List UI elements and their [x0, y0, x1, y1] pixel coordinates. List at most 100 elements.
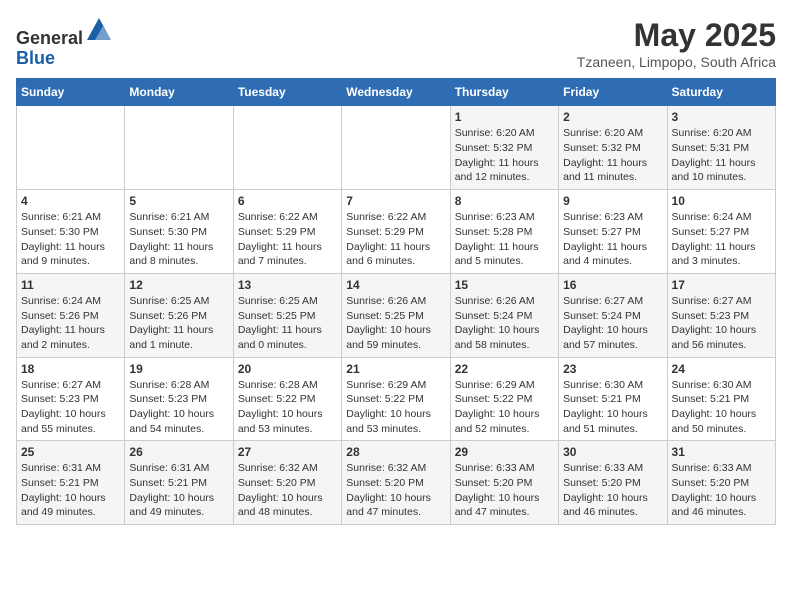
calendar-table: SundayMondayTuesdayWednesdayThursdayFrid… [16, 78, 776, 525]
day-number: 23 [563, 362, 662, 376]
day-number: 27 [238, 445, 337, 459]
day-cell [17, 106, 125, 190]
day-cell [342, 106, 450, 190]
day-info: Sunrise: 6:26 AM Sunset: 5:24 PM Dayligh… [455, 294, 554, 353]
logo: General Blue [16, 16, 113, 69]
day-number: 9 [563, 194, 662, 208]
day-number: 20 [238, 362, 337, 376]
day-info: Sunrise: 6:24 AM Sunset: 5:26 PM Dayligh… [21, 294, 120, 353]
weekday-header-tuesday: Tuesday [233, 79, 341, 106]
day-cell: 26Sunrise: 6:31 AM Sunset: 5:21 PM Dayli… [125, 441, 233, 525]
day-info: Sunrise: 6:27 AM Sunset: 5:23 PM Dayligh… [21, 378, 120, 437]
day-cell: 23 Sunrise: 6:30 AM Sunset: 5:21 PM Dayli… [559, 357, 667, 441]
day-number: 3 [672, 110, 771, 124]
day-cell [233, 106, 341, 190]
day-number: 14 [346, 278, 445, 292]
weekday-header-wednesday: Wednesday [342, 79, 450, 106]
day-cell: 27Sunrise: 6:32 AM Sunset: 5:20 PM Dayli… [233, 441, 341, 525]
day-info: Sunrise: 6:20 AM Sunset: 5:31 PM Dayligh… [672, 126, 771, 185]
day-info: Sunrise: 6:29 AM Sunset: 5:22 PM Dayligh… [455, 378, 554, 437]
day-info: Sunrise: 6:30 AM Sunset: 5:21 PM Dayligh… [563, 378, 662, 437]
day-info: Sunrise: 6:22 AM Sunset: 5:29 PM Dayligh… [346, 210, 445, 269]
day-info: Sunrise: 6:31 AM Sunset: 5:21 PM Dayligh… [21, 461, 120, 520]
day-info: Sunrise: 6:21 AM Sunset: 5:30 PM Dayligh… [21, 210, 120, 269]
week-row-2: 4Sunrise: 6:21 AM Sunset: 5:30 PM Daylig… [17, 190, 776, 274]
title-block: May 2025 Tzaneen, Limpopo, South Africa [577, 16, 776, 70]
day-number: 17 [672, 278, 771, 292]
week-row-3: 11 Sunrise: 6:24 AM Sunset: 5:26 PM Dayli… [17, 273, 776, 357]
weekday-header-thursday: Thursday [450, 79, 558, 106]
day-number: 7 [346, 194, 445, 208]
day-number: 5 [129, 194, 228, 208]
day-info: Sunrise: 6:28 AM Sunset: 5:22 PM Dayligh… [238, 378, 337, 437]
day-info: Sunrise: 6:32 AM Sunset: 5:20 PM Dayligh… [346, 461, 445, 520]
day-number: 12 [129, 278, 228, 292]
day-cell: 28 Sunrise: 6:32 AM Sunset: 5:20 PM Dayli… [342, 441, 450, 525]
day-cell: 6Sunrise: 6:22 AM Sunset: 5:29 PM Daylig… [233, 190, 341, 274]
day-cell: 2Sunrise: 6:20 AM Sunset: 5:32 PM Daylig… [559, 106, 667, 190]
weekday-header-friday: Friday [559, 79, 667, 106]
day-info: Sunrise: 6:20 AM Sunset: 5:32 PM Dayligh… [563, 126, 662, 185]
day-info: Sunrise: 6:23 AM Sunset: 5:27 PM Dayligh… [563, 210, 662, 269]
day-cell: 21Sunrise: 6:29 AM Sunset: 5:22 PM Dayli… [342, 357, 450, 441]
day-cell: 31 Sunrise: 6:33 AM Sunset: 5:20 PM Dayli… [667, 441, 775, 525]
day-cell: 19 Sunrise: 6:28 AM Sunset: 5:23 PM Dayli… [125, 357, 233, 441]
day-cell: 9 Sunrise: 6:23 AM Sunset: 5:27 PM Daylig… [559, 190, 667, 274]
day-cell: 30Sunrise: 6:33 AM Sunset: 5:20 PM Dayli… [559, 441, 667, 525]
day-cell: 13Sunrise: 6:25 AM Sunset: 5:25 PM Dayli… [233, 273, 341, 357]
day-cell: 24 Sunrise: 6:30 AM Sunset: 5:21 PM Dayli… [667, 357, 775, 441]
day-number: 30 [563, 445, 662, 459]
day-cell: 5 Sunrise: 6:21 AM Sunset: 5:30 PM Daylig… [125, 190, 233, 274]
weekday-header-sunday: Sunday [17, 79, 125, 106]
day-info: Sunrise: 6:33 AM Sunset: 5:20 PM Dayligh… [455, 461, 554, 520]
logo-icon [85, 16, 113, 44]
page-header: General Blue May 2025 Tzaneen, Limpopo, … [16, 16, 776, 70]
day-info: Sunrise: 6:27 AM Sunset: 5:23 PM Dayligh… [672, 294, 771, 353]
day-cell: 4Sunrise: 6:21 AM Sunset: 5:30 PM Daylig… [17, 190, 125, 274]
day-number: 18 [21, 362, 120, 376]
day-info: Sunrise: 6:24 AM Sunset: 5:27 PM Dayligh… [672, 210, 771, 269]
day-info: Sunrise: 6:25 AM Sunset: 5:26 PM Dayligh… [129, 294, 228, 353]
day-cell: 17 Sunrise: 6:27 AM Sunset: 5:23 PM Dayli… [667, 273, 775, 357]
logo-blue: Blue [16, 48, 55, 68]
day-cell: 29 Sunrise: 6:33 AM Sunset: 5:20 PM Dayli… [450, 441, 558, 525]
day-info: Sunrise: 6:26 AM Sunset: 5:25 PM Dayligh… [346, 294, 445, 353]
day-number: 13 [238, 278, 337, 292]
day-info: Sunrise: 6:28 AM Sunset: 5:23 PM Dayligh… [129, 378, 228, 437]
weekday-header-saturday: Saturday [667, 79, 775, 106]
week-row-5: 25 Sunrise: 6:31 AM Sunset: 5:21 PM Dayli… [17, 441, 776, 525]
day-number: 25 [21, 445, 120, 459]
day-cell: 1Sunrise: 6:20 AM Sunset: 5:32 PM Daylig… [450, 106, 558, 190]
day-info: Sunrise: 6:30 AM Sunset: 5:21 PM Dayligh… [672, 378, 771, 437]
day-number: 11 [21, 278, 120, 292]
day-cell: 16Sunrise: 6:27 AM Sunset: 5:24 PM Dayli… [559, 273, 667, 357]
day-number: 8 [455, 194, 554, 208]
day-info: Sunrise: 6:29 AM Sunset: 5:22 PM Dayligh… [346, 378, 445, 437]
day-cell: 12 Sunrise: 6:25 AM Sunset: 5:26 PM Dayli… [125, 273, 233, 357]
day-number: 24 [672, 362, 771, 376]
day-cell: 10 Sunrise: 6:24 AM Sunset: 5:27 PM Dayli… [667, 190, 775, 274]
day-cell: 3 Sunrise: 6:20 AM Sunset: 5:31 PM Daylig… [667, 106, 775, 190]
day-number: 28 [346, 445, 445, 459]
day-number: 16 [563, 278, 662, 292]
day-number: 1 [455, 110, 554, 124]
day-number: 29 [455, 445, 554, 459]
day-info: Sunrise: 6:22 AM Sunset: 5:29 PM Dayligh… [238, 210, 337, 269]
day-cell: 8Sunrise: 6:23 AM Sunset: 5:28 PM Daylig… [450, 190, 558, 274]
day-number: 19 [129, 362, 228, 376]
weekday-header-monday: Monday [125, 79, 233, 106]
day-info: Sunrise: 6:33 AM Sunset: 5:20 PM Dayligh… [672, 461, 771, 520]
day-cell: 11 Sunrise: 6:24 AM Sunset: 5:26 PM Dayli… [17, 273, 125, 357]
location: Tzaneen, Limpopo, South Africa [577, 54, 776, 70]
day-cell: 14 Sunrise: 6:26 AM Sunset: 5:25 PM Dayli… [342, 273, 450, 357]
day-number: 31 [672, 445, 771, 459]
day-cell: 15 Sunrise: 6:26 AM Sunset: 5:24 PM Dayli… [450, 273, 558, 357]
day-number: 15 [455, 278, 554, 292]
day-cell: 20 Sunrise: 6:28 AM Sunset: 5:22 PM Dayli… [233, 357, 341, 441]
day-cell: 18 Sunrise: 6:27 AM Sunset: 5:23 PM Dayli… [17, 357, 125, 441]
week-row-1: 1 Sunrise: 6:20 AM Sunset: 5:32 PM Daylig… [17, 106, 776, 190]
day-cell [125, 106, 233, 190]
logo-general: General [16, 28, 83, 48]
day-info: Sunrise: 6:21 AM Sunset: 5:30 PM Dayligh… [129, 210, 228, 269]
day-number: 10 [672, 194, 771, 208]
